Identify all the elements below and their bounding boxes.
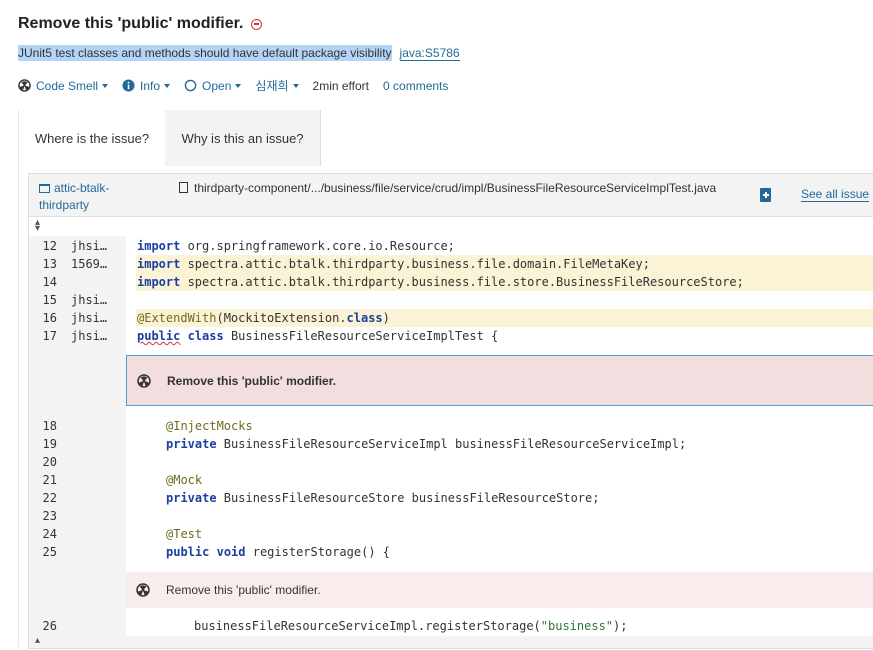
line-number[interactable]: 19 [29, 435, 57, 453]
chevron-down-icon [164, 83, 171, 88]
code-smell-icon [136, 583, 150, 597]
code-text: import spectra.attic.btalk.thirdparty.bu… [136, 273, 873, 291]
severity-label: Info [140, 78, 161, 93]
code-smell-icon [18, 79, 31, 92]
issue-location-public[interactable]: public [166, 545, 209, 559]
scm-author[interactable]: jhsi… [71, 327, 121, 345]
code-text: import org.springframework.core.io.Resou… [137, 239, 455, 253]
scm-author[interactable]: jhsi… [71, 309, 121, 327]
tab-why-is-this-an-issue[interactable]: Why is this an issue? [165, 110, 321, 166]
code-line: 23 [29, 507, 873, 525]
line-number[interactable]: 20 [29, 453, 57, 471]
info-icon [122, 79, 135, 92]
source-viewer-header: attic-btalk-thirdparty thirdparty-compon… [29, 174, 873, 217]
code-smell-icon [137, 373, 151, 388]
chevron-down-icon [292, 83, 299, 88]
code-line: 13 1569… import spectra.attic.btalk.thir… [29, 255, 873, 273]
code-line: 19 private BusinessFileResourceServiceIm… [29, 435, 873, 453]
code-text: private BusinessFileResourceStore busine… [166, 491, 600, 505]
project-icon [39, 184, 50, 193]
issue-header: Remove this 'public' modifier. [18, 15, 263, 33]
code-line: 14 import spectra.attic.btalk.thirdparty… [29, 273, 873, 291]
code-text: businessFileResourceServiceImpl.register… [194, 619, 628, 633]
code-text: private BusinessFileResourceServiceImpl … [166, 437, 687, 451]
file-path: thirdparty-component/.../business/file/s… [179, 180, 739, 197]
code-line: 18 @InjectMocks [29, 417, 873, 435]
line-number[interactable]: 25 [29, 543, 57, 561]
status-label: Open [202, 78, 232, 93]
chevron-down-icon [102, 83, 109, 88]
code-text: import spectra.attic.btalk.thirdparty.bu… [136, 255, 873, 273]
expand-icon[interactable]: ▴ [33, 636, 42, 650]
issue-location-public[interactable]: public [137, 329, 180, 343]
code-line: 25 public void registerStorage() { [29, 543, 873, 561]
issue-meta-bar: Code Smell Info Open 심재희 2min effort 0 c… [18, 77, 462, 94]
code-text: @InjectMocks [166, 419, 253, 433]
open-status-icon [184, 79, 197, 92]
file-path-text: thirdparty-component/.../business/file/s… [194, 181, 717, 195]
code-line: 26 businessFileResourceServiceImpl.regis… [29, 617, 873, 635]
expand-above-bar[interactable]: ▴ ▾ [29, 217, 873, 237]
effort-label: 2min effort [312, 78, 370, 93]
minus-circle-icon[interactable] [251, 18, 263, 30]
line-number[interactable]: 24 [29, 525, 57, 543]
code-line: 22 private BusinessFileResourceStore bus… [29, 489, 873, 507]
code-line: 16 jhsi… @ExtendWith(MockitoExtension.cl… [29, 309, 873, 327]
rule-key-link[interactable]: java:S5786 [399, 46, 460, 61]
inline-issue-message: Remove this 'public' modifier. [166, 583, 321, 597]
source-viewer: attic-btalk-thirdparty thirdparty-compon… [28, 173, 873, 649]
line-number[interactable]: 21 [29, 471, 57, 489]
code-line: 24 @Test [29, 525, 873, 543]
line-number[interactable]: 16 [29, 309, 57, 327]
line-number[interactable]: 23 [29, 507, 57, 525]
tab-where-is-the-issue[interactable]: Where is the issue? [19, 110, 165, 166]
code-line: 12 jhsi… import org.springframework.core… [29, 237, 873, 255]
project-link[interactable]: attic-btalk-thirdparty [39, 180, 159, 214]
code-text: @ExtendWith(MockitoExtension.class) [136, 309, 873, 327]
assignee-label: 심재희 [255, 79, 289, 93]
status-dropdown[interactable]: Open [184, 78, 242, 93]
code-line: 15 jhsi… [29, 291, 873, 309]
code-text: @Test [166, 527, 203, 541]
line-number[interactable]: 17 [29, 327, 57, 345]
see-all-issues-link[interactable]: See all issue [801, 188, 870, 202]
scm-author[interactable]: 1569… [71, 255, 121, 273]
expand-icon[interactable]: ▴ ▾ [33, 218, 42, 234]
line-number[interactable]: 12 [29, 237, 57, 255]
expand-below-bar[interactable]: ▴ [29, 636, 873, 648]
assignee-dropdown[interactable]: 심재희 [255, 77, 299, 94]
comments-link[interactable]: 0 comments [383, 79, 448, 93]
issue-title: Remove this 'public' modifier. [18, 15, 244, 32]
code-text: public class BusinessFileResourceService… [137, 329, 499, 343]
scm-author[interactable]: jhsi… [71, 291, 121, 309]
chevron-down-icon [235, 83, 242, 88]
scm-author[interactable]: jhsi… [71, 237, 121, 255]
inline-issue-secondary[interactable]: Remove this 'public' modifier. [126, 572, 873, 608]
inline-issue-primary[interactable]: Remove this 'public' modifier. [126, 355, 873, 406]
code-line: 21 @Mock [29, 471, 873, 489]
line-number[interactable]: 26 [29, 617, 57, 635]
line-number[interactable]: 22 [29, 489, 57, 507]
type-label: Code Smell [36, 78, 99, 93]
line-number[interactable]: 14 [29, 273, 57, 291]
line-number[interactable]: 15 [29, 291, 57, 309]
line-number[interactable]: 18 [29, 417, 57, 435]
inline-issue-message: Remove this 'public' modifier. [167, 373, 337, 388]
code-text: public void registerStorage() { [166, 545, 390, 559]
code-line: 17 jhsi… public class BusinessFileResour… [29, 327, 873, 345]
line-number[interactable]: 13 [29, 255, 57, 273]
file-icon [179, 182, 188, 193]
open-file-icon[interactable] [760, 188, 771, 202]
code-text: @Mock [166, 473, 203, 487]
rule-description: JUnit5 test classes and methods should h… [18, 45, 392, 61]
rule-row: JUnit5 test classes and methods should h… [18, 45, 460, 61]
code-line: 20 [29, 453, 873, 471]
severity-dropdown[interactable]: Info [122, 78, 171, 93]
type-dropdown[interactable]: Code Smell [18, 78, 109, 93]
